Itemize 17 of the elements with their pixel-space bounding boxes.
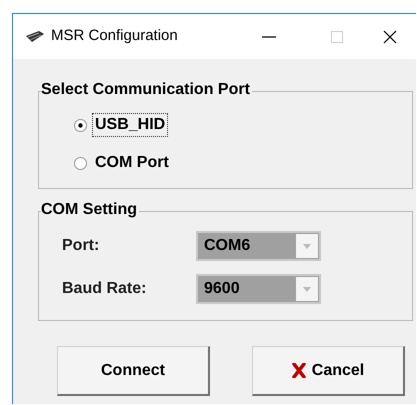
radio-label[interactable]: COM Port bbox=[93, 152, 171, 174]
connect-button[interactable]: Connect bbox=[57, 346, 210, 396]
field-label: Baud Rate: bbox=[62, 279, 148, 299]
radio-button[interactable] bbox=[74, 156, 87, 170]
window-title: MSR Configuration bbox=[51, 26, 178, 46]
x-icon bbox=[292, 363, 306, 378]
dropdown-arrow-icon bbox=[303, 244, 311, 248]
field-label: Port: bbox=[62, 236, 100, 256]
card-reader-icon bbox=[25, 30, 45, 44]
minimize-icon bbox=[262, 36, 276, 38]
close-icon bbox=[383, 30, 397, 44]
dropdown-arrow-icon bbox=[303, 286, 311, 292]
radio-label[interactable]: USB_HID bbox=[93, 114, 168, 136]
radio-button[interactable] bbox=[74, 118, 87, 132]
group-title: COM Setting bbox=[41, 200, 139, 220]
maximize-icon bbox=[331, 30, 343, 42]
cancel-button[interactable]: Cancel bbox=[252, 346, 405, 396]
